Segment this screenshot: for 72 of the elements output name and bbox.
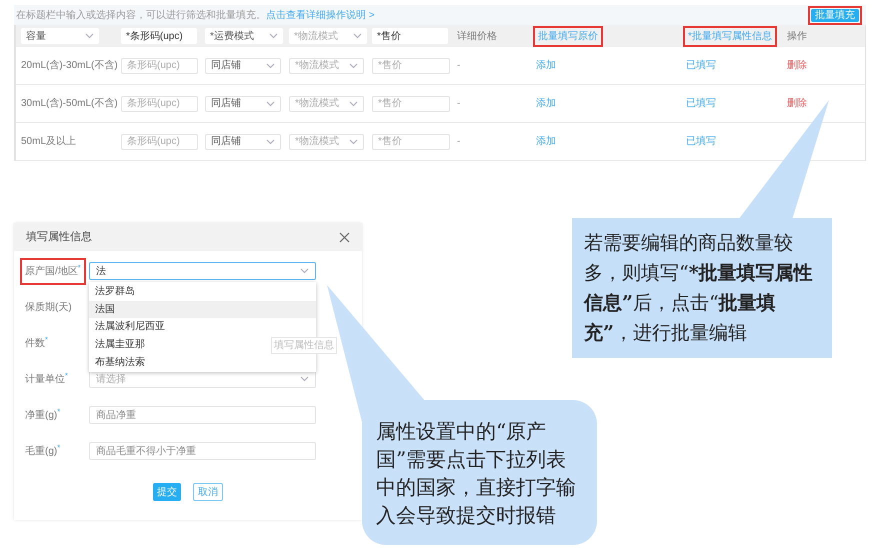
chevron-down-icon bbox=[349, 62, 358, 68]
select-field[interactable]: *物流模式 bbox=[289, 96, 364, 112]
filled-status-link[interactable]: 已填写 bbox=[683, 60, 719, 71]
field-label: 保质期(天) bbox=[24, 300, 73, 314]
input-field[interactable]: 条形码(upc) bbox=[121, 96, 198, 112]
select-field[interactable]: *物流模式 bbox=[289, 134, 364, 150]
chevron-down-icon bbox=[353, 33, 362, 39]
input-field[interactable]: 条形码(upc) bbox=[121, 134, 198, 150]
callout-text: 属性设置中的“原产国”需要点击下拉列表中的国家，直接打字输入会导致提交时报错 bbox=[376, 418, 577, 528]
spec-label: 50mL及以上 bbox=[21, 136, 76, 147]
chevron-down-icon bbox=[300, 268, 309, 274]
chevron-down-icon bbox=[269, 33, 278, 39]
chevron-down-icon bbox=[300, 376, 309, 382]
dropdown-option[interactable]: 法罗群岛 bbox=[89, 283, 316, 301]
add-link[interactable]: 添加 bbox=[533, 60, 559, 71]
field-label: 计量单位$^{*}$ bbox=[24, 370, 69, 386]
header-select[interactable]: 容量 bbox=[21, 28, 99, 44]
field-label: 原产国/地区$^{*}$ bbox=[20, 258, 86, 284]
header-input[interactable]: *条形码(upc) bbox=[121, 28, 197, 44]
callout-text: 若需要编辑的商品数量较多，则填写“*批量填写属性信息”后，点击“批量填充”，进行批量编辑 bbox=[584, 231, 814, 346]
tooltip: 填写属性信息 bbox=[271, 337, 337, 354]
field-label: 净重(g)$^{*}$ bbox=[24, 406, 62, 422]
input-field[interactable]: 商品净重 bbox=[89, 406, 316, 424]
field-label: 毛重(g)$^{*}$ bbox=[24, 442, 62, 458]
add-link[interactable]: 添加 bbox=[533, 136, 559, 147]
spec-label: 20mL(含)-30mL(不含) bbox=[21, 60, 118, 71]
detail-price: - bbox=[457, 60, 460, 71]
select-field[interactable]: *物流模式 bbox=[289, 58, 364, 74]
dropdown-option[interactable]: 布基纳法索 bbox=[89, 353, 316, 371]
delete-link[interactable]: 删除 bbox=[787, 98, 807, 109]
header-link[interactable]: *批量填写属性信息 bbox=[683, 26, 777, 46]
select-value: *物流模式 bbox=[294, 30, 338, 44]
close-icon[interactable] bbox=[339, 232, 350, 242]
input-field[interactable]: 商品毛重不得小于净重 bbox=[89, 442, 316, 460]
dialog-title: 填写属性信息 bbox=[26, 230, 92, 245]
select-field[interactable]: 法 bbox=[89, 262, 316, 280]
chevron-down-icon bbox=[266, 100, 275, 106]
header-select[interactable]: *运费模式 bbox=[205, 28, 283, 44]
select-field[interactable]: 同店铺 bbox=[205, 96, 281, 112]
notice-text: 在标题栏中输入或选择内容，可以进行筛选和批量填充。点击查看详细操作说明 > bbox=[16, 8, 375, 22]
filled-status-link[interactable]: 已填写 bbox=[683, 136, 719, 147]
filled-status-link[interactable]: 已填写 bbox=[683, 98, 719, 109]
chevron-down-icon bbox=[266, 138, 275, 144]
dropdown-option[interactable]: 法属波利尼西亚 bbox=[89, 318, 316, 336]
input-field[interactable]: *售价 bbox=[372, 58, 450, 74]
delete-link[interactable]: 删除 bbox=[787, 60, 807, 71]
chevron-down-icon bbox=[85, 33, 94, 39]
add-link[interactable]: 添加 bbox=[533, 98, 559, 109]
submit-button[interactable]: 提交 bbox=[153, 483, 181, 501]
column-header: 操作 bbox=[787, 30, 807, 44]
field-label: 件数$^{*}$ bbox=[24, 334, 49, 350]
batch-fill-button[interactable]: 批量填充 bbox=[811, 8, 859, 22]
spec-label: 30mL(含)-50mL(不含) bbox=[21, 98, 118, 109]
header-input[interactable]: *售价 bbox=[372, 28, 448, 44]
detail-price: - bbox=[457, 98, 460, 109]
select-value: *运费模式 bbox=[210, 30, 254, 44]
dropdown-option[interactable]: 法国 bbox=[89, 300, 316, 318]
detail-price: - bbox=[457, 136, 460, 147]
input-field[interactable]: 条形码(upc) bbox=[121, 58, 198, 74]
chevron-down-icon bbox=[349, 138, 358, 144]
select-value: 容量 bbox=[26, 30, 46, 44]
select-field[interactable]: 同店铺 bbox=[205, 58, 281, 74]
input-field[interactable]: *售价 bbox=[372, 96, 450, 112]
help-link[interactable]: 点击查看详细操作说明 > bbox=[266, 10, 375, 20]
header-select[interactable]: *物流模式 bbox=[289, 28, 367, 44]
header-link[interactable]: 批量填写原价 bbox=[533, 26, 603, 46]
chevron-down-icon bbox=[349, 100, 358, 106]
cancel-button[interactable]: 取消 bbox=[193, 483, 223, 501]
input-field[interactable]: *售价 bbox=[372, 134, 450, 150]
chevron-down-icon bbox=[266, 62, 275, 68]
select-field[interactable]: 同店铺 bbox=[205, 134, 281, 150]
column-header: 详细价格 bbox=[457, 30, 497, 44]
